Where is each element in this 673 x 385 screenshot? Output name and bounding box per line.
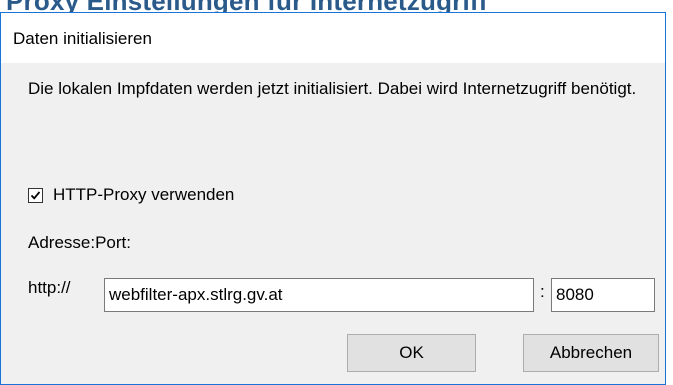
cancel-button[interactable]: Abbrechen bbox=[523, 334, 659, 372]
proxy-port-input[interactable] bbox=[551, 278, 655, 312]
dialog-window: Daten initialisieren Die lokalen Impfdat… bbox=[0, 12, 666, 385]
dialog-titlebar[interactable]: Daten initialisieren bbox=[1, 13, 665, 63]
scheme-label: http:// bbox=[28, 278, 71, 297]
checkmark-icon bbox=[30, 190, 41, 200]
http-proxy-checkbox[interactable] bbox=[28, 187, 43, 203]
page: Proxy Einstellungen für Internetzugriff … bbox=[0, 0, 673, 385]
http-proxy-checkbox-label[interactable]: HTTP-Proxy verwenden bbox=[53, 185, 234, 205]
ok-button[interactable]: OK bbox=[347, 334, 476, 372]
http-proxy-checkbox-row[interactable]: HTTP-Proxy verwenden bbox=[28, 184, 234, 206]
dialog-title: Daten initialisieren bbox=[13, 29, 152, 48]
proxy-host-input[interactable] bbox=[104, 278, 534, 312]
dialog-message: Die lokalen Impfdaten werden jetzt initi… bbox=[28, 79, 637, 98]
address-port-label: Adresse:Port: bbox=[28, 233, 131, 252]
port-separator: : bbox=[540, 282, 545, 301]
